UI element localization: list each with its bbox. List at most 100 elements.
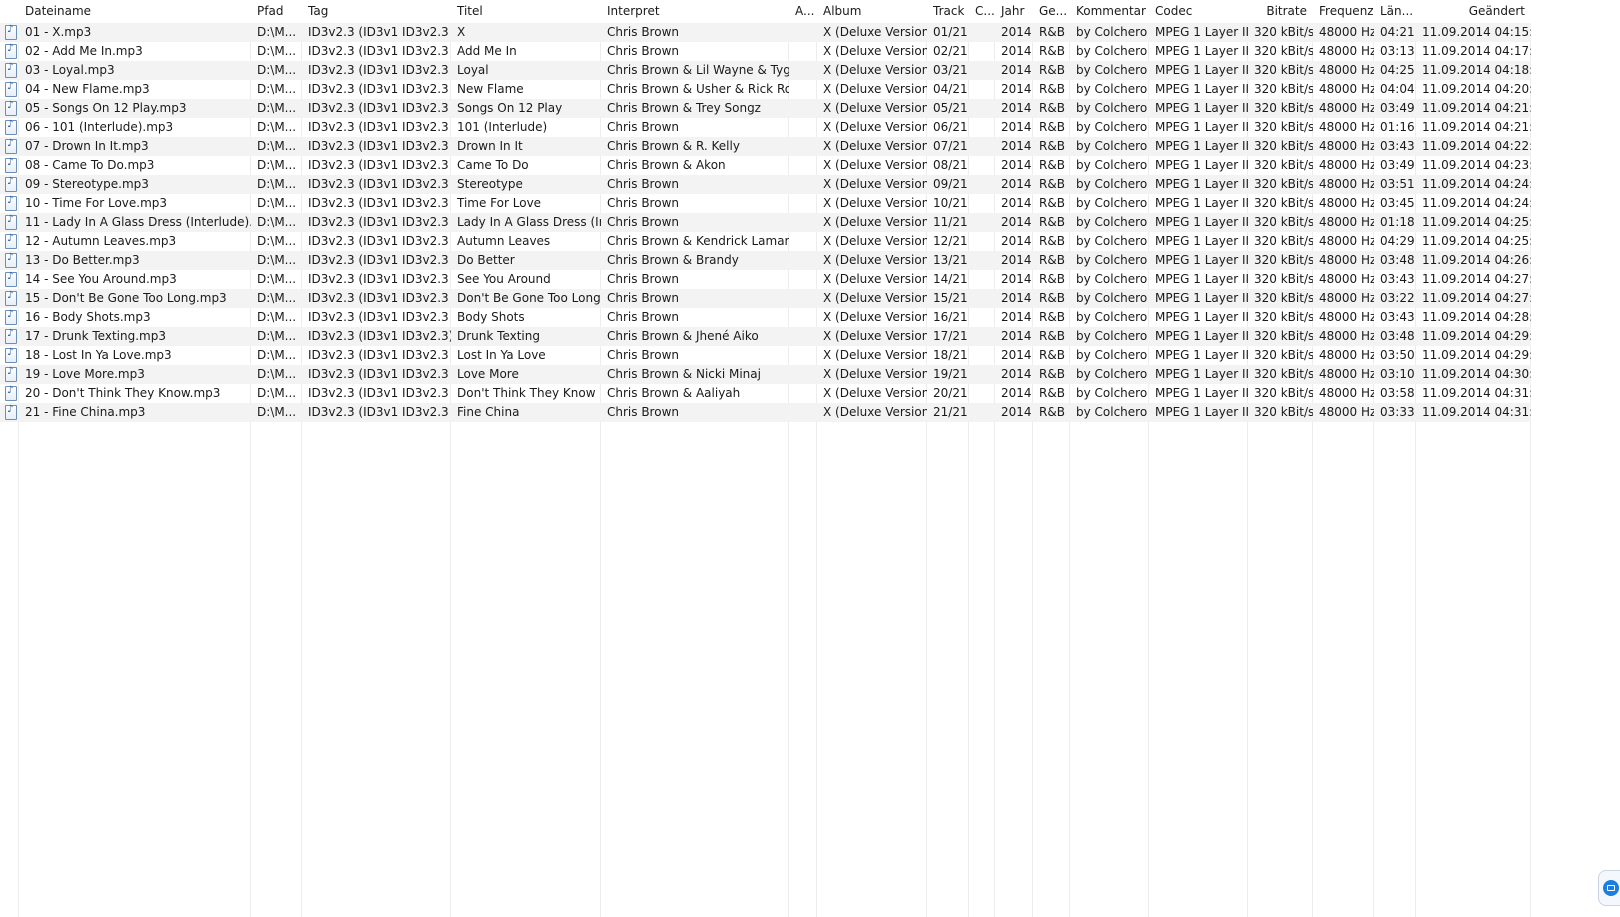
cell-tag: ID3v2.3 (ID3v1 ID3v2.3 A... (308, 310, 451, 324)
cell-c (969, 289, 995, 308)
column-header-codec[interactable]: Codec (1149, 0, 1248, 23)
cell-tag: ID3v2.3 (ID3v1 ID3v2.3 A... (308, 405, 451, 419)
table-row[interactable]: 04 - New Flame.mp3 D:\M... ID3v2.3 (ID3v1 … (0, 80, 1531, 99)
cell-genre: R&B (1039, 272, 1065, 286)
cell-geaendert: 11.09.2014 04:20:02 (1422, 82, 1531, 96)
column-header-genre[interactable]: Ge... (1033, 0, 1070, 23)
audio-file-icon (5, 233, 17, 249)
cell-dateiname: 03 - Loyal.mp3 (25, 63, 115, 77)
table-row[interactable]: 18 - Lost In Ya Love.mp3 D:\M... ID3v2.3 (… (0, 346, 1531, 365)
cell-track: 07/21 (933, 139, 968, 153)
teamviewer-widget[interactable] (1598, 870, 1620, 906)
cell-genre: R&B (1039, 405, 1065, 419)
column-header-pfad[interactable]: Pfad (251, 0, 302, 23)
cell-frequenz: 48000 Hz (1319, 329, 1374, 343)
table-row[interactable]: 02 - Add Me In.mp3 D:\M... ID3v2.3 (ID3v1 … (0, 42, 1531, 61)
table-row[interactable]: 05 - Songs On 12 Play.mp3 D:\M... ID3v2.3 … (0, 99, 1531, 118)
file-list-view[interactable]: Dateiname Pfad Tag Titel Interpret A... Album T… (0, 0, 1620, 917)
column-header-album[interactable]: Album (817, 0, 927, 23)
cell-a (789, 175, 817, 194)
table-row[interactable]: 16 - Body Shots.mp3 D:\M... ID3v2.3 (ID3v1… (0, 308, 1531, 327)
cell-jahr: 2014 (1001, 177, 1032, 191)
cell-interpret: Chris Brown & Brandy (607, 253, 739, 267)
cell-jahr: 2014 (1001, 253, 1032, 267)
cell-bitrate: 320 kBit/s (1254, 63, 1313, 77)
cell-jahr: 2014 (1001, 101, 1032, 115)
cell-c (969, 80, 995, 99)
cell-a (789, 156, 817, 175)
table-row[interactable]: 10 - Time For Love.mp3 D:\M... ID3v2.3 (ID… (0, 194, 1531, 213)
cell-album: X (Deluxe Version) (823, 158, 927, 172)
audio-file-icon (5, 195, 17, 211)
table-row[interactable]: 21 - Fine China.mp3 D:\M... ID3v2.3 (ID3v1… (0, 403, 1531, 422)
table-row[interactable]: 01 - X.mp3 D:\M... ID3v2.3 (ID3v1 ID3v2.3 … (0, 23, 1531, 42)
cell-frequenz: 48000 Hz (1319, 101, 1374, 115)
cell-a (789, 232, 817, 251)
column-header-kommentar[interactable]: Kommentar (1070, 0, 1149, 23)
cell-track: 04/21 (933, 82, 968, 96)
cell-album: X (Deluxe Version) (823, 196, 927, 210)
column-header-interpret[interactable]: Interpret (601, 0, 789, 23)
cell-album: X (Deluxe Version) (823, 25, 927, 39)
cell-laenge: 03:10 (1380, 367, 1415, 381)
cell-c (969, 232, 995, 251)
table-row[interactable]: 19 - Love More.mp3 D:\M... ID3v2.3 (ID3v1 … (0, 365, 1531, 384)
cell-pfad: D:\M... (257, 177, 297, 191)
table-row[interactable]: 09 - Stereotype.mp3 D:\M... ID3v2.3 (ID3v1… (0, 175, 1531, 194)
column-header-frequenz[interactable]: Frequenz (1313, 0, 1374, 23)
cell-laenge: 03:43 (1380, 139, 1415, 153)
column-header-tag[interactable]: Tag (302, 0, 451, 23)
table-row[interactable]: 07 - Drown In It.mp3 D:\M... ID3v2.3 (ID3v… (0, 137, 1531, 156)
cell-laenge: 03:49 (1380, 101, 1415, 115)
column-header-bar: Dateiname Pfad Tag Titel Interpret A... Album T… (0, 0, 1531, 23)
cell-codec: MPEG 1 Layer III (1155, 310, 1248, 324)
cell-a (789, 42, 817, 61)
cell-genre: R&B (1039, 158, 1065, 172)
cell-interpret: Chris Brown & Lil Wayne & Tyga (607, 63, 789, 77)
cell-c (969, 327, 995, 346)
cell-geaendert: 11.09.2014 04:15:25 (1422, 25, 1531, 39)
cell-jahr: 2014 (1001, 272, 1032, 286)
cell-bitrate: 320 kBit/s (1254, 329, 1313, 343)
teamviewer-icon[interactable] (1603, 880, 1619, 896)
cell-c (969, 61, 995, 80)
column-header-titel[interactable]: Titel (451, 0, 601, 23)
column-header-c[interactable]: C... (969, 0, 995, 23)
cell-jahr: 2014 (1001, 120, 1032, 134)
column-header-jahr[interactable]: Jahr (995, 0, 1033, 23)
column-header-bitrate[interactable]: Bitrate (1248, 0, 1313, 23)
cell-bitrate: 320 kBit/s (1254, 234, 1313, 248)
cell-interpret: Chris Brown (607, 348, 679, 362)
cell-a (789, 118, 817, 137)
column-header-geaendert[interactable]: Geändert (1416, 0, 1531, 23)
cell-titel: Do Better (457, 253, 515, 267)
table-row[interactable]: 15 - Don't Be Gone Too Long.mp3 D:\M... ID… (0, 289, 1531, 308)
cell-track: 02/21 (933, 44, 968, 58)
table-row[interactable]: 13 - Do Better.mp3 D:\M... ID3v2.3 (ID3v1 … (0, 251, 1531, 270)
column-header-a[interactable]: A... (789, 0, 817, 23)
cell-genre: R&B (1039, 329, 1065, 343)
cell-jahr: 2014 (1001, 348, 1032, 362)
cell-titel: Time For Love (457, 196, 542, 210)
cell-c (969, 99, 995, 118)
cell-jahr: 2014 (1001, 386, 1032, 400)
table-row[interactable]: 20 - Don't Think They Know.mp3 D:\M... ID3… (0, 384, 1531, 403)
cell-geaendert: 11.09.2014 04:24:00 (1422, 177, 1531, 191)
cell-jahr: 2014 (1001, 44, 1032, 58)
table-row[interactable]: 11 - Lady In A Glass Dress (Interlude).m… (0, 213, 1531, 232)
table-row[interactable]: 03 - Loyal.mp3 D:\M... ID3v2.3 (ID3v1 ID3v… (0, 61, 1531, 80)
cell-dateiname: 05 - Songs On 12 Play.mp3 (25, 101, 187, 115)
column-header-dateiname[interactable]: Dateiname (19, 0, 251, 23)
table-row[interactable]: 17 - Drunk Texting.mp3 D:\M... ID3v2.3 (ID… (0, 327, 1531, 346)
cell-jahr: 2014 (1001, 139, 1032, 153)
cell-interpret: Chris Brown (607, 120, 679, 134)
table-row[interactable]: 14 - See You Around.mp3 D:\M... ID3v2.3 (I… (0, 270, 1531, 289)
table-row[interactable]: 08 - Came To Do.mp3 D:\M... ID3v2.3 (ID3v1… (0, 156, 1531, 175)
cell-geaendert: 11.09.2014 04:18:50 (1422, 63, 1531, 77)
table-row[interactable]: 12 - Autumn Leaves.mp3 D:\M... ID3v2.3 (ID… (0, 232, 1531, 251)
cell-frequenz: 48000 Hz (1319, 25, 1374, 39)
column-header-laenge[interactable]: Län... (1374, 0, 1416, 23)
cell-dateiname: 14 - See You Around.mp3 (25, 272, 177, 286)
column-header-track[interactable]: Track (927, 0, 969, 23)
table-row[interactable]: 06 - 101 (Interlude).mp3 D:\M... ID3v2.3 (… (0, 118, 1531, 137)
